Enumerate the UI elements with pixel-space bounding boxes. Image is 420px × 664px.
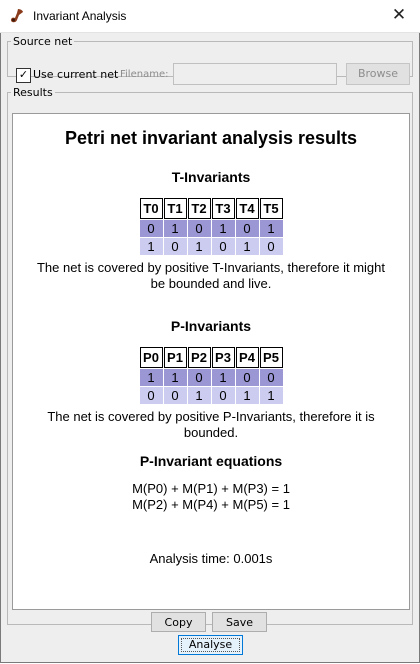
t-invariants-table: T0 T1 T2 T3 T4 T5 0 1 0 1 0 1 1 0 1 0 1 … xyxy=(138,197,284,256)
t-header-cell: T5 xyxy=(258,197,284,220)
p-cell: 0 xyxy=(138,386,164,405)
p-invariant-row: 1 1 0 1 0 0 xyxy=(138,368,284,387)
use-current-net-label: Use current net xyxy=(33,68,119,81)
t-cell: 1 xyxy=(210,219,236,238)
title-bar: Invariant Analysis ✕ xyxy=(0,0,420,33)
p-invariants-table: P0 P1 P2 P3 P4 P5 1 1 0 1 0 0 0 0 1 0 1 … xyxy=(138,346,284,405)
t-cell: 0 xyxy=(162,237,188,256)
results-actions: Copy Save xyxy=(8,612,412,634)
window-title: Invariant Analysis xyxy=(33,9,127,23)
equation-line: M(P2) + M(P4) + M(P5) = 1 xyxy=(132,497,290,512)
p-header-cell: P3 xyxy=(210,346,236,369)
t-invariants-title: T-Invariants xyxy=(171,169,251,185)
t-header-cell: T0 xyxy=(138,197,164,220)
filename-input[interactable] xyxy=(173,63,337,85)
results-heading: Petri net invariant analysis results xyxy=(64,128,358,148)
results-group: Results Petri net invariant analysis res… xyxy=(7,86,413,632)
p-header-cell: P1 xyxy=(162,346,188,369)
p-cell: 0 xyxy=(210,386,236,405)
use-current-net-checkbox[interactable]: ✓ xyxy=(16,68,31,83)
t-header-cell: T2 xyxy=(186,197,212,220)
p-cell: 0 xyxy=(162,386,188,405)
p-cell: 1 xyxy=(234,386,260,405)
t-cell: 1 xyxy=(258,219,284,238)
p-cell: 0 xyxy=(258,368,284,387)
t-invariant-row: 0 1 0 1 0 1 xyxy=(138,219,284,238)
p-cell: 1 xyxy=(162,368,188,387)
p-cell: 0 xyxy=(186,368,212,387)
t-cell: 1 xyxy=(186,237,212,256)
t-header-cell: T3 xyxy=(210,197,236,220)
p-cell: 1 xyxy=(258,386,284,405)
dialog-body: Source net ✓ Use current net Filename: B… xyxy=(0,33,420,663)
analysis-time: Analysis time: 0.001s xyxy=(149,551,273,566)
t-cell: 0 xyxy=(234,219,260,238)
p-cell: 1 xyxy=(210,368,236,387)
p-invariants-note: The net is covered by positive P-Invaria… xyxy=(47,409,375,440)
results-panel[interactable]: Petri net invariant analysis results T-I… xyxy=(12,113,410,610)
t-cell: 1 xyxy=(234,237,260,256)
save-button[interactable]: Save xyxy=(212,612,267,632)
p-invariants-header-row: P0 P1 P2 P3 P4 P5 xyxy=(138,346,284,369)
close-icon[interactable]: ✕ xyxy=(386,4,412,28)
p-header-cell: P2 xyxy=(186,346,212,369)
t-cell: 0 xyxy=(210,237,236,256)
t-cell: 0 xyxy=(258,237,284,256)
copy-button[interactable]: Copy xyxy=(151,612,206,632)
pipe-icon xyxy=(11,9,23,23)
p-invariant-row: 0 0 1 0 1 1 xyxy=(138,386,284,405)
p-cell: 0 xyxy=(234,368,260,387)
browse-button[interactable]: Browse xyxy=(346,63,410,85)
filename-label: Filename: xyxy=(120,69,169,80)
t-header-cell: T4 xyxy=(234,197,260,220)
source-net-group: Source net ✓ Use current net Filename: B… xyxy=(7,35,413,85)
t-cell: 1 xyxy=(138,237,164,256)
p-header-cell: P4 xyxy=(234,346,260,369)
equation-line: M(P0) + M(P1) + M(P3) = 1 xyxy=(132,481,290,496)
t-cell: 1 xyxy=(162,219,188,238)
p-header-cell: P5 xyxy=(258,346,284,369)
t-invariant-row: 1 0 1 0 1 0 xyxy=(138,237,284,256)
p-cell: 1 xyxy=(138,368,164,387)
t-header-cell: T1 xyxy=(162,197,188,220)
source-net-legend: Source net xyxy=(13,35,73,48)
t-cell: 0 xyxy=(186,219,212,238)
t-invariants-header-row: T0 T1 T2 T3 T4 T5 xyxy=(138,197,284,220)
t-cell: 0 xyxy=(138,219,164,238)
p-cell: 1 xyxy=(186,386,212,405)
p-invariants-title: P-Invariants xyxy=(170,318,252,334)
p-header-cell: P0 xyxy=(138,346,164,369)
equations-title: P-Invariant equations xyxy=(139,453,283,469)
t-invariants-note: The net is covered by positive T-Invaria… xyxy=(36,260,386,291)
analyse-button[interactable]: Analyse xyxy=(178,635,243,655)
results-legend: Results xyxy=(13,86,53,99)
